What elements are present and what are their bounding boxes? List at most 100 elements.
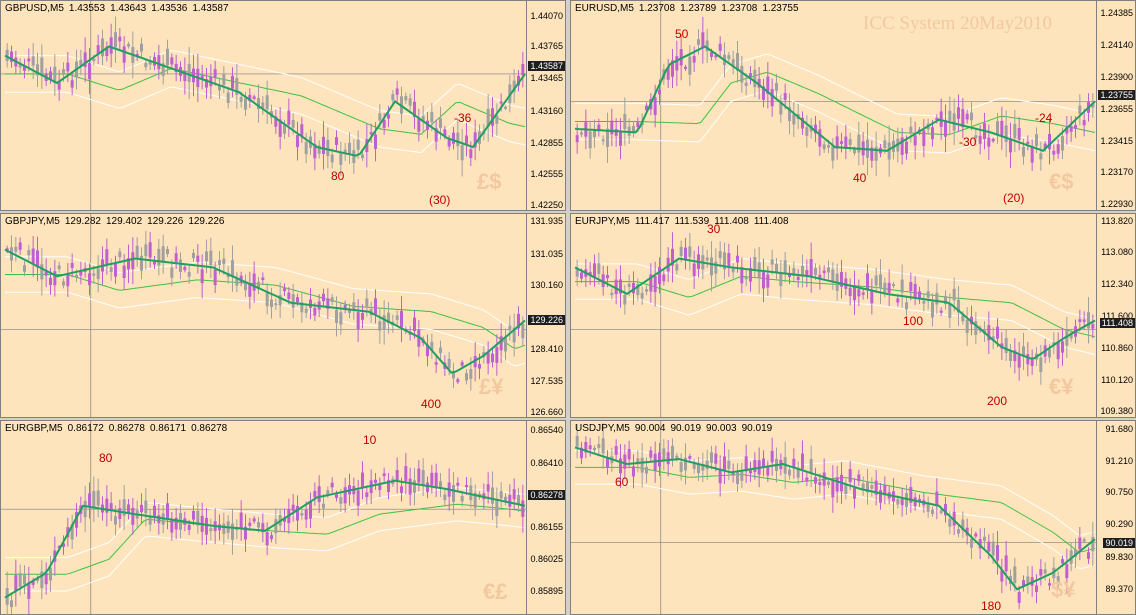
candle-body — [727, 55, 731, 60]
price-tick: 91.210 — [1105, 456, 1133, 466]
candle-body — [495, 499, 499, 517]
symbol-label: EURGBP,M5 — [5, 423, 63, 434]
slow-ma-line — [5, 274, 526, 349]
chart-header: EURUSD,M5 1.23708 1.23789 1.23708 1.23755 — [575, 3, 804, 14]
candle-body — [491, 353, 494, 363]
chart-panel-eurusd[interactable]: EURUSD,M5 1.23708 1.23789 1.23708 1.23755 IC… — [570, 0, 1136, 211]
candle-body — [356, 139, 360, 150]
candle-body — [1082, 319, 1086, 322]
candle-body — [187, 64, 191, 82]
candle-body — [866, 273, 869, 290]
candle-body — [291, 119, 295, 128]
candle-body — [170, 267, 174, 278]
candle-body — [939, 310, 943, 313]
candle-body — [848, 287, 852, 297]
candle-body — [114, 262, 117, 277]
candle-body — [248, 522, 252, 526]
candle-body — [313, 307, 317, 316]
candle-body — [1087, 312, 1090, 329]
candle-body — [356, 490, 360, 506]
candle-body — [1017, 128, 1021, 140]
fast-ma-line — [574, 45, 1096, 152]
annotation-label: 200 — [987, 394, 1008, 408]
candle-body — [1061, 136, 1064, 151]
price-tick: 110.860 — [1101, 343, 1133, 353]
candle-body — [783, 93, 787, 100]
candle-body — [874, 275, 878, 286]
candle-body — [1056, 144, 1060, 154]
symbol-label: EURUSD,M5 — [575, 3, 634, 14]
candle-body — [361, 313, 364, 320]
candle-body — [222, 258, 226, 265]
current-price-box: 90.019 — [1103, 538, 1135, 548]
candle-body — [456, 482, 460, 486]
chart-header: GBPJPY,M5 129.282 129.402 129.226 129.226 — [5, 216, 229, 227]
candle-body — [848, 469, 852, 483]
candle-body — [486, 484, 490, 492]
candle-body — [460, 495, 464, 502]
pair-symbol: £¥ — [479, 374, 504, 399]
candle-body — [640, 292, 644, 299]
candle-body — [140, 504, 143, 513]
lower-band-line — [5, 291, 526, 367]
candle-body — [970, 112, 973, 121]
price-axis[interactable]: 113.820 113.080 112.340 111.600 110.860 … — [1096, 214, 1135, 417]
candle-body — [296, 134, 299, 148]
candle-body — [161, 246, 165, 263]
candle-body — [727, 460, 731, 469]
price-axis[interactable]: 1.24385 1.24140 1.23900 1.23655 1.23415 … — [1096, 1, 1135, 210]
price-tick: 109.380 — [1100, 406, 1133, 416]
candle-body — [710, 52, 713, 57]
candle-body — [443, 494, 447, 501]
price-axis[interactable]: 91.680 91.210 90.750 90.290 89.830 89.37… — [1096, 421, 1135, 614]
candle-body — [597, 444, 601, 448]
pair-symbol: €$ — [1049, 169, 1074, 194]
chart-panel-usdjpy[interactable]: USDJPY,M5 90.004 90.019 90.003 90.019 91.680… — [570, 420, 1136, 615]
candle-body — [896, 499, 900, 505]
candle-body — [40, 57, 44, 76]
price-tick: 90.750 — [1105, 487, 1133, 497]
candles-eurgbp — [1, 421, 529, 614]
candle-body — [339, 152, 343, 165]
candle-body — [636, 122, 640, 128]
candle-body — [274, 303, 278, 306]
candle-body — [378, 321, 382, 331]
candle-body — [452, 132, 455, 144]
candle-body — [166, 248, 169, 255]
candle-body — [508, 494, 512, 507]
candle-body — [623, 454, 627, 469]
candle-body — [96, 268, 100, 280]
candle-body — [913, 283, 917, 298]
candle-body — [1087, 552, 1090, 559]
price-axis[interactable]: 1.44070 1.43765 1.43465 1.43160 1.42855 … — [526, 1, 565, 210]
candles-gbpjpy — [1, 214, 529, 417]
close-value: 0.86278 — [191, 423, 228, 434]
candle-body — [714, 453, 718, 464]
candle-body — [1035, 585, 1038, 592]
price-axis[interactable]: 0.86540 0.86410 0.86155 0.86025 0.85895 … — [526, 421, 565, 614]
candle-body — [1082, 539, 1086, 542]
price-axis[interactable]: 131.935 131.035 130.160 128.410 127.535 … — [526, 214, 565, 417]
candle-body — [753, 459, 757, 473]
chart-panel-eurgbp[interactable]: EURGBP,M5 0.86172 0.86278 0.86171 0.86278 0.… — [0, 420, 566, 615]
candle-body — [970, 538, 973, 548]
candle-body — [623, 294, 627, 305]
candle-body — [404, 96, 408, 101]
current-price-box: 129.226 — [528, 315, 565, 325]
candle-body — [200, 269, 204, 284]
chart-panel-gbpusd[interactable]: GBPUSD,M5 1.43553 1.43643 1.43536 1.43587 1.… — [0, 0, 566, 211]
candle-body — [796, 276, 800, 280]
candle-body — [814, 268, 817, 276]
candle-body — [465, 484, 468, 488]
price-tick: 1.42855 — [530, 138, 563, 148]
chart-panel-gbpjpy[interactable]: GBPJPY,M5 129.282 129.402 129.226 129.226 13… — [0, 213, 566, 418]
candle-body — [309, 501, 312, 519]
candle-body — [460, 145, 464, 161]
candle-body — [283, 288, 286, 292]
chart-panel-eurjpy[interactable]: EURJPY,M5 111.417 111.539 111.408 111.408 11… — [570, 213, 1136, 418]
candle-body — [701, 32, 705, 49]
candle-body — [49, 567, 52, 581]
candle-body — [512, 489, 516, 500]
candle-body — [287, 110, 291, 125]
close-value: 1.43587 — [192, 3, 229, 14]
